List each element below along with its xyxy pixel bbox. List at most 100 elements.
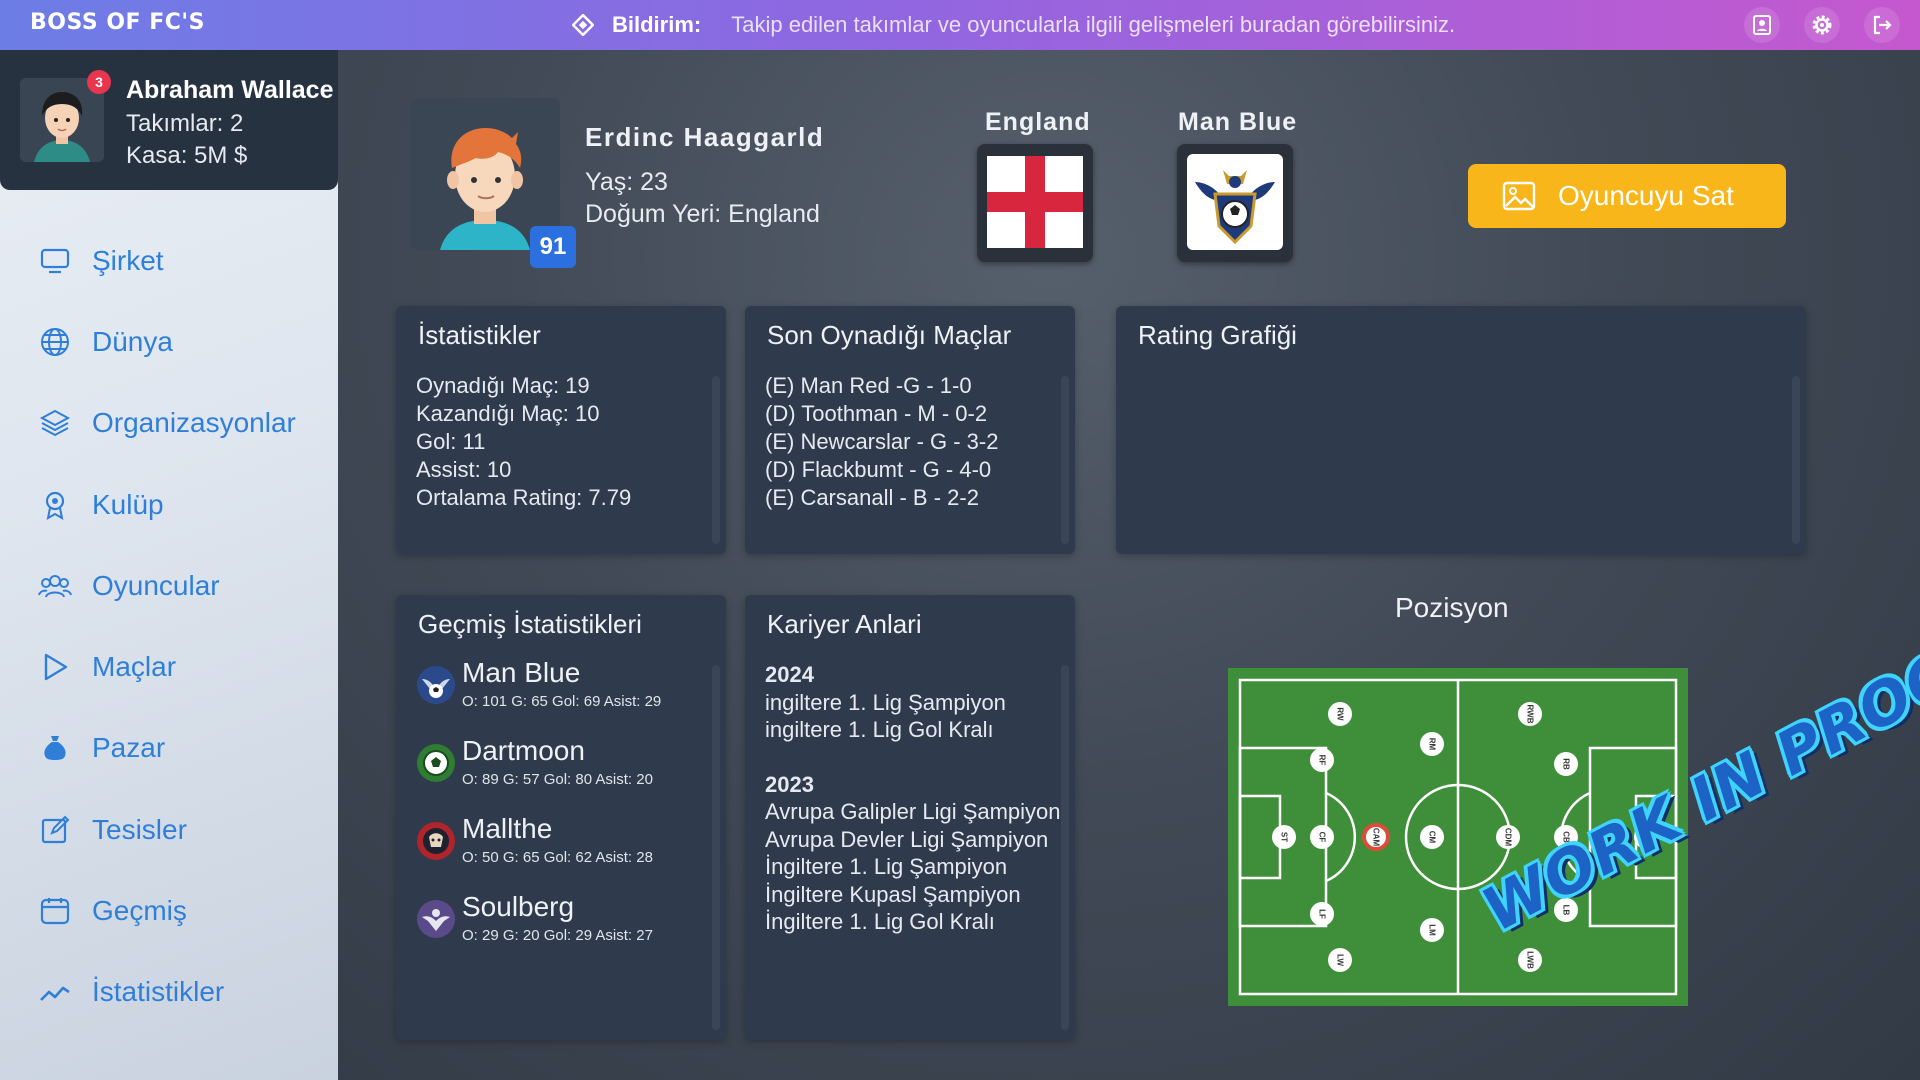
sidebar-item-label: Kulüp (92, 488, 164, 520)
play-icon (38, 650, 72, 684)
sidebar-item-oyuncular[interactable]: Oyuncular (0, 545, 338, 626)
panel-title: Son Oynadığı Maçlar (767, 320, 1012, 350)
position-label: CDM (1504, 828, 1513, 847)
club-name: Man Blue (1178, 108, 1298, 136)
position-cam[interactable]: CAM (1362, 823, 1390, 851)
panel-title: İstatistikler (418, 320, 541, 350)
position-rwb[interactable]: RWB (1518, 702, 1542, 726)
rating-badge: 91 (530, 226, 576, 268)
sidebar-item-organizasyonlar[interactable]: Organizasyonlar (0, 383, 338, 464)
club-crest-icon (417, 744, 455, 782)
calendar-icon (38, 894, 72, 928)
position-lm[interactable]: LM (1420, 918, 1444, 942)
position-rm[interactable]: RM (1420, 732, 1444, 756)
career-year: 2024 (765, 662, 814, 687)
sidebar-item-label: Şirket (92, 244, 164, 276)
position-rw[interactable]: RW (1328, 702, 1352, 726)
position-label: RB (1562, 758, 1571, 770)
panel-title: Geçmiş İstatistikleri (418, 609, 642, 639)
position-label: CAM (1372, 828, 1381, 847)
position-label: CM (1428, 831, 1437, 844)
position-lf[interactable]: LF (1310, 902, 1334, 926)
sidebar-item-label: Maçlar (92, 651, 177, 683)
stats-list: Oynadığı Maç: 19 Kazandığı Maç: 10 Gol: … (416, 372, 631, 512)
sidebar-item-label: Geçmiş (92, 895, 187, 927)
career-year: 2023 (765, 771, 814, 797)
position-cf[interactable]: CF (1310, 825, 1334, 849)
user-name: Abraham Wallace (126, 76, 334, 104)
position-label: CF (1318, 832, 1327, 843)
position-label: RM (1428, 738, 1437, 751)
recent-matches-panel: Son Oynadığı Maçlar (E) Man Red -G - 1-0… (745, 306, 1075, 554)
panel-scrollbar[interactable] (1792, 376, 1800, 544)
panel-scrollbar[interactable] (1061, 665, 1069, 1030)
match-line[interactable]: (D) Flackbumt - G - 4-0 (765, 456, 998, 484)
career-item: Avrupa Galipler Ligi Şampiyon (765, 799, 1061, 824)
stat-line: Kazandığı Maç: 10 (416, 401, 600, 426)
sidebar-item-pazar[interactable]: Pazar (0, 708, 338, 789)
player-name: Erdinc Haaggarld (585, 122, 825, 152)
trend-icon (38, 975, 72, 1009)
contacts-button[interactable] (1744, 7, 1780, 43)
sidebar-item-gecmis[interactable]: Geçmiş (0, 870, 338, 951)
match-line[interactable]: (E) Newcarslar - G - 3-2 (765, 428, 998, 456)
sidebar-item-kulup[interactable]: Kulüp (0, 464, 338, 545)
edit-icon (38, 813, 72, 847)
history-stats-panel: Geçmiş İstatistikleri Man Blue O: 101 G:… (396, 595, 726, 1040)
position-rb[interactable]: RB (1554, 752, 1578, 776)
position-label: RWB (1526, 705, 1535, 724)
panel-scrollbar[interactable] (712, 376, 720, 544)
position-cm[interactable]: CM (1420, 825, 1444, 849)
match-line[interactable]: (D) Toothman - M - 0-2 (765, 400, 998, 428)
england-flag-icon (987, 156, 1083, 248)
position-lwb[interactable]: LWB (1518, 948, 1542, 972)
settings-button[interactable] (1804, 7, 1840, 43)
match-line[interactable]: (E) Man Red -G - 1-0 (765, 372, 998, 400)
player-age: Yaş: 23 (585, 168, 668, 196)
country-flag[interactable] (977, 144, 1093, 262)
match-line[interactable]: (E) Carsanall - B - 2-2 (765, 484, 998, 512)
club-crest-icon (417, 900, 455, 938)
position-label: LW (1336, 954, 1345, 966)
contacts-icon (1753, 15, 1771, 35)
position-rf[interactable]: RF (1310, 748, 1334, 772)
career-item: İngiltere 1. Lig Şampiyon (765, 854, 1008, 879)
stat-line: Ortalama Rating: 7.79 (416, 485, 632, 510)
stats-panel: İstatistikler Oynadığı Maç: 19 Kazandığı… (396, 306, 726, 554)
sidebar-item-label: Dünya (92, 325, 173, 357)
history-club-stats: O: 50 G: 65 Gol: 62 Asist: 28 (462, 849, 653, 866)
position-st[interactable]: ST (1272, 825, 1296, 849)
career-item: Avrupa Devler Ligi Şampiyon (765, 826, 1049, 852)
panel-scrollbar[interactable] (712, 665, 720, 1030)
panel-title: Kariyer Anlari (767, 609, 922, 639)
user-teams: Takımlar: 2 (126, 110, 244, 137)
award-icon (38, 488, 72, 522)
sidebar-item-istatistikler[interactable]: İstatistikler (0, 952, 338, 1033)
sidebar-item-dunya[interactable]: Dünya (0, 301, 338, 382)
history-club-stats: O: 89 G: 57 Gol: 80 Asist: 20 (462, 771, 653, 788)
career-item: ingiltere 1. Lig Gol Kralı (765, 717, 994, 742)
sidebar-item-label: Tesisler (92, 813, 187, 845)
stat-line: Assist: 10 (416, 457, 512, 482)
user-cash: Kasa: 5M $ (126, 142, 248, 169)
panel-title: Rating Grafiği (1138, 320, 1297, 350)
career-panel: Kariyer Anlari 2024 ingiltere 1. Lig Şam… (745, 595, 1075, 1040)
panel-scrollbar[interactable] (1061, 376, 1069, 544)
notification-bar: Bildirim: Takip edilen takımlar ve oyunc… (571, 10, 1455, 40)
career-item: İngiltere Kupasl Şampiyon (765, 881, 1021, 907)
career-list: 2024 ingiltere 1. Lig Şampiyon ingiltere… (765, 661, 1061, 936)
sidebar-item-tesisler[interactable]: Tesisler (0, 789, 338, 870)
position-lw[interactable]: LW (1328, 948, 1352, 972)
history-club-name: Mallthe (462, 813, 553, 844)
user-card[interactable]: 3 Abraham Wallace Takımlar: 2 Kasa: 5M $ (0, 50, 338, 190)
career-item: ingiltere 1. Lig Şampiyon (765, 689, 1006, 715)
position-cdm[interactable]: CDM (1496, 825, 1520, 849)
logout-icon (1873, 15, 1892, 35)
sidebar-item-sirket[interactable]: Şirket (0, 220, 338, 301)
position-label: ST (1280, 832, 1289, 842)
sidebar-item-maclar[interactable]: Maçlar (0, 626, 338, 707)
matches-list: (E) Man Red -G - 1-0 (D) Toothman - M - … (765, 372, 998, 512)
sell-player-button[interactable]: Oyuncuyu Sat (1468, 164, 1786, 228)
club-logo[interactable] (1177, 144, 1293, 262)
logout-button[interactable] (1864, 7, 1900, 43)
